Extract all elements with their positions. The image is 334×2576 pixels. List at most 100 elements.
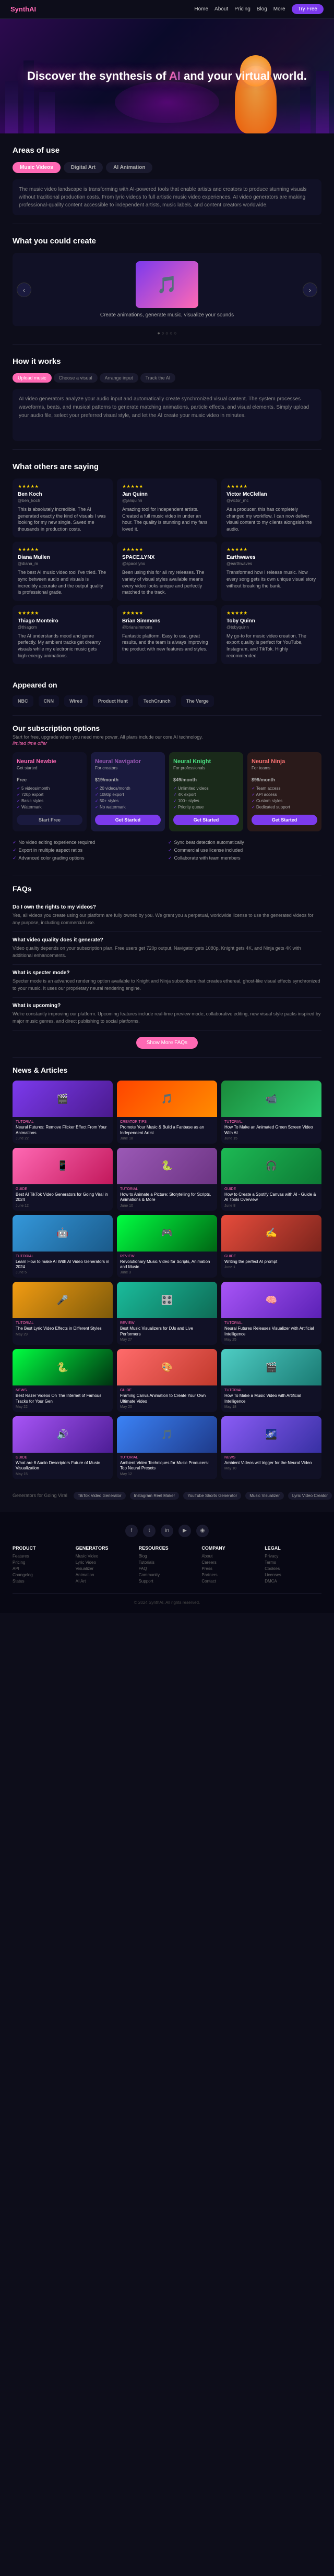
news-thumb: 🤖	[13, 1215, 113, 1252]
social-instagram[interactable]: ◉	[196, 1525, 209, 1537]
footer-link[interactable]: Animation	[76, 1573, 133, 1577]
viral-tag-5[interactable]: Lyric Video Creator	[288, 1492, 332, 1500]
news-headline: Revolutionary Music Video for Scripts, A…	[120, 1259, 214, 1270]
stars: ★★★★★	[18, 547, 108, 553]
news-card-13[interactable]: 🐍 News Best Razer Videos On The Internet…	[13, 1349, 113, 1412]
tab-ai-animation[interactable]: AI Animation	[106, 162, 152, 173]
news-card-14[interactable]: 🎨 Guide Framing Canva Animation to Creat…	[117, 1349, 217, 1412]
news-card-4[interactable]: 📱 Guide Best AI TikTok Video Generators …	[13, 1148, 113, 1211]
news-tag: Tutorial	[224, 1120, 318, 1124]
pricing-card-navigator: Neural Navigator For creators $19/month …	[91, 752, 165, 831]
footer-link[interactable]: API	[13, 1566, 69, 1571]
news-card-1[interactable]: 🎬 Tutorial Neural Futures: Remove Flicke…	[13, 1081, 113, 1144]
social-facebook[interactable]: f	[125, 1525, 138, 1537]
faq-question[interactable]: What is specter mode?	[13, 970, 321, 976]
footer-link[interactable]: Features	[13, 1554, 69, 1559]
news-card-12[interactable]: 🧠 Tutorial Neural Futures Releases Visua…	[221, 1282, 321, 1345]
news-card-18[interactable]: 🌌 News Ambient Videos will trigger for t…	[221, 1416, 321, 1479]
news-card-5[interactable]: 🐍 Tutorial How to Animate a Picture: Sto…	[117, 1148, 217, 1211]
footer-link[interactable]: Tutorials	[139, 1560, 196, 1565]
footer-link[interactable]: Pricing	[13, 1560, 69, 1565]
how-tab-4[interactable]: Track the AI	[140, 373, 176, 383]
nav-home[interactable]: Home	[194, 6, 208, 12]
testimonial-handle: @thiagom	[18, 625, 108, 630]
nav-pricing[interactable]: Pricing	[234, 6, 250, 12]
news-info: Tutorial Ambient Video Techniques for Mu…	[117, 1453, 217, 1479]
news-card-7[interactable]: 🤖 Tutorial Learn How to make AI With AI …	[13, 1215, 113, 1278]
footer-link[interactable]: Contact	[201, 1579, 258, 1584]
footer-link[interactable]: Community	[139, 1573, 196, 1577]
footer-link[interactable]: Music Video	[76, 1554, 133, 1559]
footer-link[interactable]: AI Art	[76, 1579, 133, 1584]
pricing-btn-ninja[interactable]: Get Started	[252, 815, 317, 825]
footer-link[interactable]: Visualizer	[76, 1566, 133, 1571]
viral-tag-1[interactable]: TikTok Video Generator	[74, 1492, 126, 1500]
footer-link[interactable]: Licenses	[265, 1573, 321, 1577]
footer-link[interactable]: DMCA	[265, 1579, 321, 1584]
news-card-10[interactable]: 🎤 Tutorial The Best Lyric Video Effects …	[13, 1282, 113, 1345]
nav-blog[interactable]: Blog	[257, 6, 267, 12]
news-card-3[interactable]: 📹 Tutorial How To Make an Animated Green…	[221, 1081, 321, 1144]
footer-link[interactable]: About	[201, 1554, 258, 1559]
stars: ★★★★★	[18, 610, 108, 616]
news-card-15[interactable]: 🎬 Tutorial How To Make a Music Video wit…	[221, 1349, 321, 1412]
viral-tag-4[interactable]: Music Visualizer	[245, 1492, 284, 1500]
social-twitter[interactable]: t	[143, 1525, 156, 1537]
feature-item: 20 videos/month	[95, 786, 161, 791]
news-card-11[interactable]: 🎛️ Review Best Music Visualizers for DJs…	[117, 1282, 217, 1345]
news-card-9[interactable]: ✍️ Guide Writing the perfect AI prompt J…	[221, 1215, 321, 1278]
news-card-6[interactable]: 🎧 Guide How to Create a Spotify Canvas w…	[221, 1148, 321, 1211]
footer-link[interactable]: Partners	[201, 1573, 258, 1577]
footer-link[interactable]: Changelog	[13, 1573, 69, 1577]
news-card-8[interactable]: 🎮 Review Revolutionary Music Video for S…	[117, 1215, 217, 1278]
footer-link[interactable]: Status	[13, 1579, 69, 1584]
news-headline: How to Create a Spotify Canvas with AI -…	[224, 1192, 318, 1203]
news-info: Tutorial How To Make a Music Video with …	[221, 1385, 321, 1412]
faq-more-button[interactable]: Show More FAQs	[136, 1037, 198, 1049]
footer-link[interactable]: Privacy	[265, 1554, 321, 1559]
news-headline: What are 8 Audio Descriptors Future of M…	[16, 1461, 110, 1471]
how-tab-2[interactable]: Choose a visual	[54, 373, 98, 383]
carousel-prev[interactable]: ‹	[17, 283, 31, 297]
logo-cnn: CNN	[39, 695, 59, 707]
faq-question[interactable]: Do I own the rights to my videos?	[13, 904, 321, 910]
pricing-btn-navigator[interactable]: Get Started	[95, 815, 161, 825]
how-tab-1[interactable]: Upload music	[13, 373, 52, 383]
social-linkedin[interactable]: in	[161, 1525, 173, 1537]
nav-more[interactable]: More	[273, 6, 285, 12]
news-card-2[interactable]: 🎵 Creator Tips Promote Your Music & Buil…	[117, 1081, 217, 1144]
faq-title: FAQs	[13, 885, 321, 893]
footer-link[interactable]: Blog	[139, 1554, 196, 1559]
news-card-17[interactable]: 🎵 Tutorial Ambient Video Techniques for …	[117, 1416, 217, 1479]
brand-logo[interactable]: SynthAI	[10, 5, 36, 13]
carousel-next[interactable]: ›	[303, 283, 317, 297]
footer-col-resources: Resources Blog Tutorials FAQ Community S…	[139, 1545, 196, 1585]
feature-item: Basic styles	[17, 799, 82, 803]
pricing-btn-knight[interactable]: Get Started	[173, 815, 239, 825]
pricing-btn-free[interactable]: Start Free	[17, 815, 82, 825]
footer-link[interactable]: Press	[201, 1566, 258, 1571]
tab-music-videos[interactable]: Music Videos	[13, 162, 61, 173]
news-card-16[interactable]: 🔊 Guide What are 8 Audio Descriptors Fut…	[13, 1416, 113, 1479]
testimonial-name: Thiago Monteiro	[18, 618, 108, 624]
areas-title: Areas of use	[13, 146, 321, 155]
news-date: June 3	[120, 1271, 214, 1274]
footer-link[interactable]: FAQ	[139, 1566, 196, 1571]
footer-col-title: Resources	[139, 1545, 196, 1551]
tab-digital-art[interactable]: Digital Art	[64, 162, 103, 173]
nav-about[interactable]: About	[214, 6, 228, 12]
faq-question[interactable]: What video quality does it generate?	[13, 937, 321, 943]
footer-link[interactable]: Terms	[265, 1560, 321, 1565]
footer-link[interactable]: Cookies	[265, 1566, 321, 1571]
social-youtube[interactable]: ▶	[178, 1525, 191, 1537]
footer-col-title: Product	[13, 1545, 69, 1551]
viral-tag-2[interactable]: Instagram Reel Maker	[130, 1492, 180, 1500]
news-headline: Promote Your Music & Build a Fanbase as …	[120, 1125, 214, 1136]
footer-link[interactable]: Support	[139, 1579, 196, 1584]
footer-link[interactable]: Careers	[201, 1560, 258, 1565]
faq-question[interactable]: What is upcoming?	[13, 1003, 321, 1009]
footer-link[interactable]: Lyric Video	[76, 1560, 133, 1565]
how-tab-3[interactable]: Arrange input	[100, 373, 138, 383]
cta-button[interactable]: Try Free	[292, 4, 324, 14]
viral-tag-3[interactable]: YouTube Shorts Generator	[183, 1492, 241, 1500]
